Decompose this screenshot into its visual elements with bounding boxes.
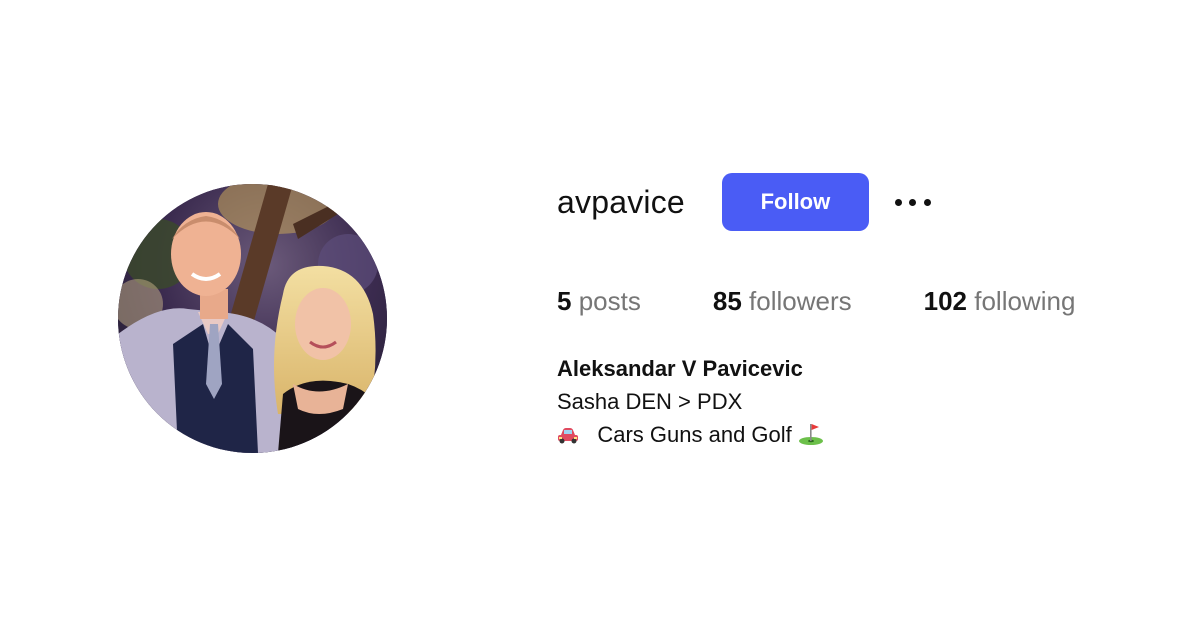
more-dot	[923, 198, 931, 206]
car-icon	[557, 421, 579, 454]
following-count[interactable]: 102 following	[924, 288, 1076, 314]
username: avpavice	[557, 184, 685, 220]
profile-bio: Aleksandar V Pavicevic Sasha DEN > PDX C…	[557, 352, 1177, 454]
profile-header: avpavice Follow	[557, 172, 1177, 232]
more-dots-icon[interactable]	[893, 182, 933, 222]
followers-label: followers	[749, 286, 852, 316]
avatar-photo	[118, 184, 387, 453]
golf-flag-icon	[798, 421, 824, 454]
follow-button[interactable]: Follow	[721, 173, 869, 231]
profile-page: avpavice Follow 5 posts 85 followers 102…	[0, 0, 1200, 630]
profile-stats: 5 posts 85 followers 102 following	[557, 284, 1177, 318]
posts-label: posts	[578, 286, 641, 316]
bio-line-2-row: Cars Guns and Golf	[557, 418, 1177, 454]
bio-line-1: Sasha DEN > PDX	[557, 389, 743, 414]
profile-avatar[interactable]	[118, 184, 387, 453]
followers-count[interactable]: 85 followers	[713, 288, 852, 314]
full-name: Aleksandar V Pavicevic	[557, 356, 803, 381]
posts-number: 5	[557, 286, 572, 316]
profile-info: avpavice Follow 5 posts 85 followers 102…	[557, 172, 1177, 454]
following-number: 102	[923, 286, 967, 316]
more-dot	[894, 198, 902, 206]
followers-number: 85	[712, 286, 742, 316]
posts-count[interactable]: 5 posts	[557, 288, 641, 314]
more-dot	[909, 198, 917, 206]
following-label: following	[974, 286, 1076, 316]
bio-line-2: Cars Guns and Golf	[597, 422, 792, 447]
